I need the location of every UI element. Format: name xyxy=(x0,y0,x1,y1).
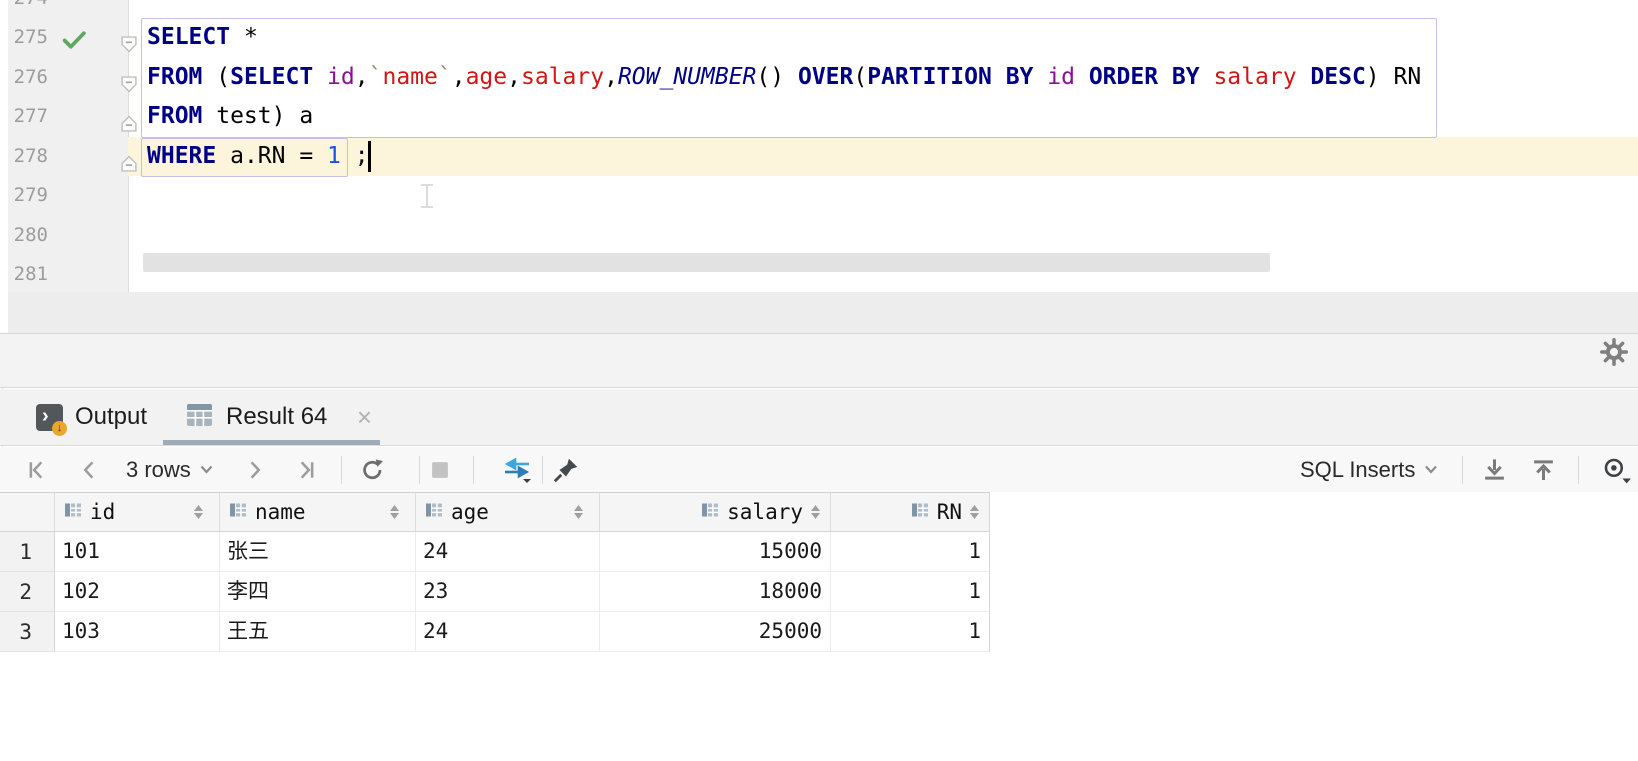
cell-id[interactable]: 101 xyxy=(55,532,220,572)
sql-editor[interactable]: 274275SELECT *276FROM (SELECT id,`name`,… xyxy=(0,0,1638,292)
cell-age[interactable]: 23 xyxy=(416,572,600,612)
cell-name[interactable]: 李四 xyxy=(220,572,416,612)
toolbar-separator xyxy=(1462,456,1463,484)
cell-RN[interactable]: 1 xyxy=(831,532,990,572)
row-number-cell[interactable]: 3 xyxy=(0,612,55,652)
grid-right-border xyxy=(989,492,990,652)
sort-arrows-icon xyxy=(390,505,399,519)
result-table-icon xyxy=(187,404,212,431)
sort-arrows-icon xyxy=(574,505,583,519)
line-number: 275 xyxy=(0,18,48,58)
table-row: 2102李四23180001 xyxy=(0,572,990,612)
toolbar-separator xyxy=(419,456,420,484)
toolbar-separator xyxy=(473,456,474,484)
line-number: 274 xyxy=(0,0,48,18)
first-page-icon[interactable] xyxy=(27,459,49,481)
tab-output[interactable]: ›↓ Output xyxy=(20,389,163,445)
toolbar-separator xyxy=(542,456,543,484)
line-number: 277 xyxy=(0,97,48,137)
chevron-down-icon xyxy=(1424,461,1438,479)
cell-name[interactable]: 王五 xyxy=(220,612,416,652)
mouse-ibeam-cursor xyxy=(420,184,434,208)
column-header-salary[interactable]: salary xyxy=(600,493,831,531)
editor-bottom-strip xyxy=(8,292,1638,333)
cell-age[interactable]: 24 xyxy=(416,612,600,652)
cell-id[interactable]: 103 xyxy=(55,612,220,652)
column-icon xyxy=(911,500,929,524)
text-caret xyxy=(368,141,371,172)
sort-arrows-icon xyxy=(811,505,820,519)
column-header-RN[interactable]: RN xyxy=(831,493,990,531)
statement-selection-box xyxy=(141,18,1437,138)
last-page-icon[interactable] xyxy=(294,459,316,481)
editor-line-274[interactable]: 274 xyxy=(0,0,1638,18)
export-format-dropdown[interactable]: SQL Inserts xyxy=(1300,457,1438,483)
line-number: 281 xyxy=(0,255,48,295)
line-number: 276 xyxy=(0,58,48,98)
cell-salary[interactable]: 18000 xyxy=(600,572,831,612)
toolbar-separator xyxy=(341,456,342,484)
download-icon[interactable] xyxy=(1482,457,1507,482)
column-icon xyxy=(64,500,82,524)
tab-output-label: Output xyxy=(75,403,147,431)
table-row: 3103王五24250001 xyxy=(0,612,990,652)
close-icon[interactable]: × xyxy=(357,404,372,430)
toolbar-separator xyxy=(1578,456,1579,484)
reload-icon[interactable] xyxy=(360,457,385,482)
page-size-dropdown[interactable]: 3 rows xyxy=(126,457,213,483)
result-toolbar: 3 rows xyxy=(0,447,1638,492)
grid-header-row: id name age salary RN xyxy=(0,492,990,532)
chevron-down-icon xyxy=(200,461,213,479)
preview-eye-icon[interactable] xyxy=(1600,456,1632,484)
result-panel-tabs: ›↓ Output Result 64 × xyxy=(0,389,1638,446)
cell-RN[interactable]: 1 xyxy=(831,612,990,652)
editor-line-280[interactable]: 280 xyxy=(0,216,1638,256)
stop-icon[interactable] xyxy=(431,461,449,479)
sort-arrows-icon xyxy=(970,505,979,519)
compare-data-icon[interactable] xyxy=(502,457,532,483)
cell-age[interactable]: 24 xyxy=(416,532,600,572)
settings-gear-icon[interactable] xyxy=(1600,338,1628,366)
sort-arrows-icon xyxy=(194,505,203,519)
column-header-id[interactable]: id xyxy=(55,493,220,531)
active-tab-underline xyxy=(163,440,380,445)
ide-window: 274275SELECT *276FROM (SELECT id,`name`,… xyxy=(0,0,1638,761)
column-header-label: name xyxy=(255,500,306,524)
tab-result-64[interactable]: Result 64 × xyxy=(163,389,380,445)
table-row: 1101张三24150001 xyxy=(0,532,990,572)
upload-icon[interactable] xyxy=(1531,457,1556,482)
line-number: 279 xyxy=(0,176,48,216)
cell-name[interactable]: 张三 xyxy=(220,532,416,572)
column-header-age[interactable]: age xyxy=(416,493,600,531)
cell-salary[interactable]: 15000 xyxy=(600,532,831,572)
previous-page-icon[interactable] xyxy=(79,459,97,481)
column-header-label: age xyxy=(451,500,489,524)
panel-options-strip xyxy=(0,333,1638,388)
cell-RN[interactable]: 1 xyxy=(831,572,990,612)
pin-tab-icon[interactable] xyxy=(553,457,579,483)
line-number: 278 xyxy=(0,137,48,177)
column-header-label: RN xyxy=(937,500,962,524)
column-icon xyxy=(229,500,247,524)
editor-line-279[interactable]: 279 xyxy=(0,176,1638,216)
grid-corner-cell xyxy=(0,493,55,531)
export-format-label: SQL Inserts xyxy=(1300,457,1415,483)
page-size-label: 3 rows xyxy=(126,457,191,483)
cell-salary[interactable]: 25000 xyxy=(600,612,831,652)
column-header-label: salary xyxy=(727,500,803,524)
column-icon xyxy=(425,500,443,524)
column-header-label: id xyxy=(90,500,115,524)
cell-id[interactable]: 102 xyxy=(55,572,220,612)
horizontal-scrollbar-thumb[interactable] xyxy=(143,253,1270,272)
run-output-icon: ›↓ xyxy=(36,404,63,431)
row-number-cell[interactable]: 1 xyxy=(0,532,55,572)
line-number: 280 xyxy=(0,216,48,256)
next-page-icon[interactable] xyxy=(247,459,265,481)
statement-selection-box-where xyxy=(141,138,348,177)
column-icon xyxy=(701,500,719,524)
row-number-cell[interactable]: 2 xyxy=(0,572,55,612)
tab-result-label: Result 64 xyxy=(226,403,327,431)
column-header-name[interactable]: name xyxy=(220,493,416,531)
